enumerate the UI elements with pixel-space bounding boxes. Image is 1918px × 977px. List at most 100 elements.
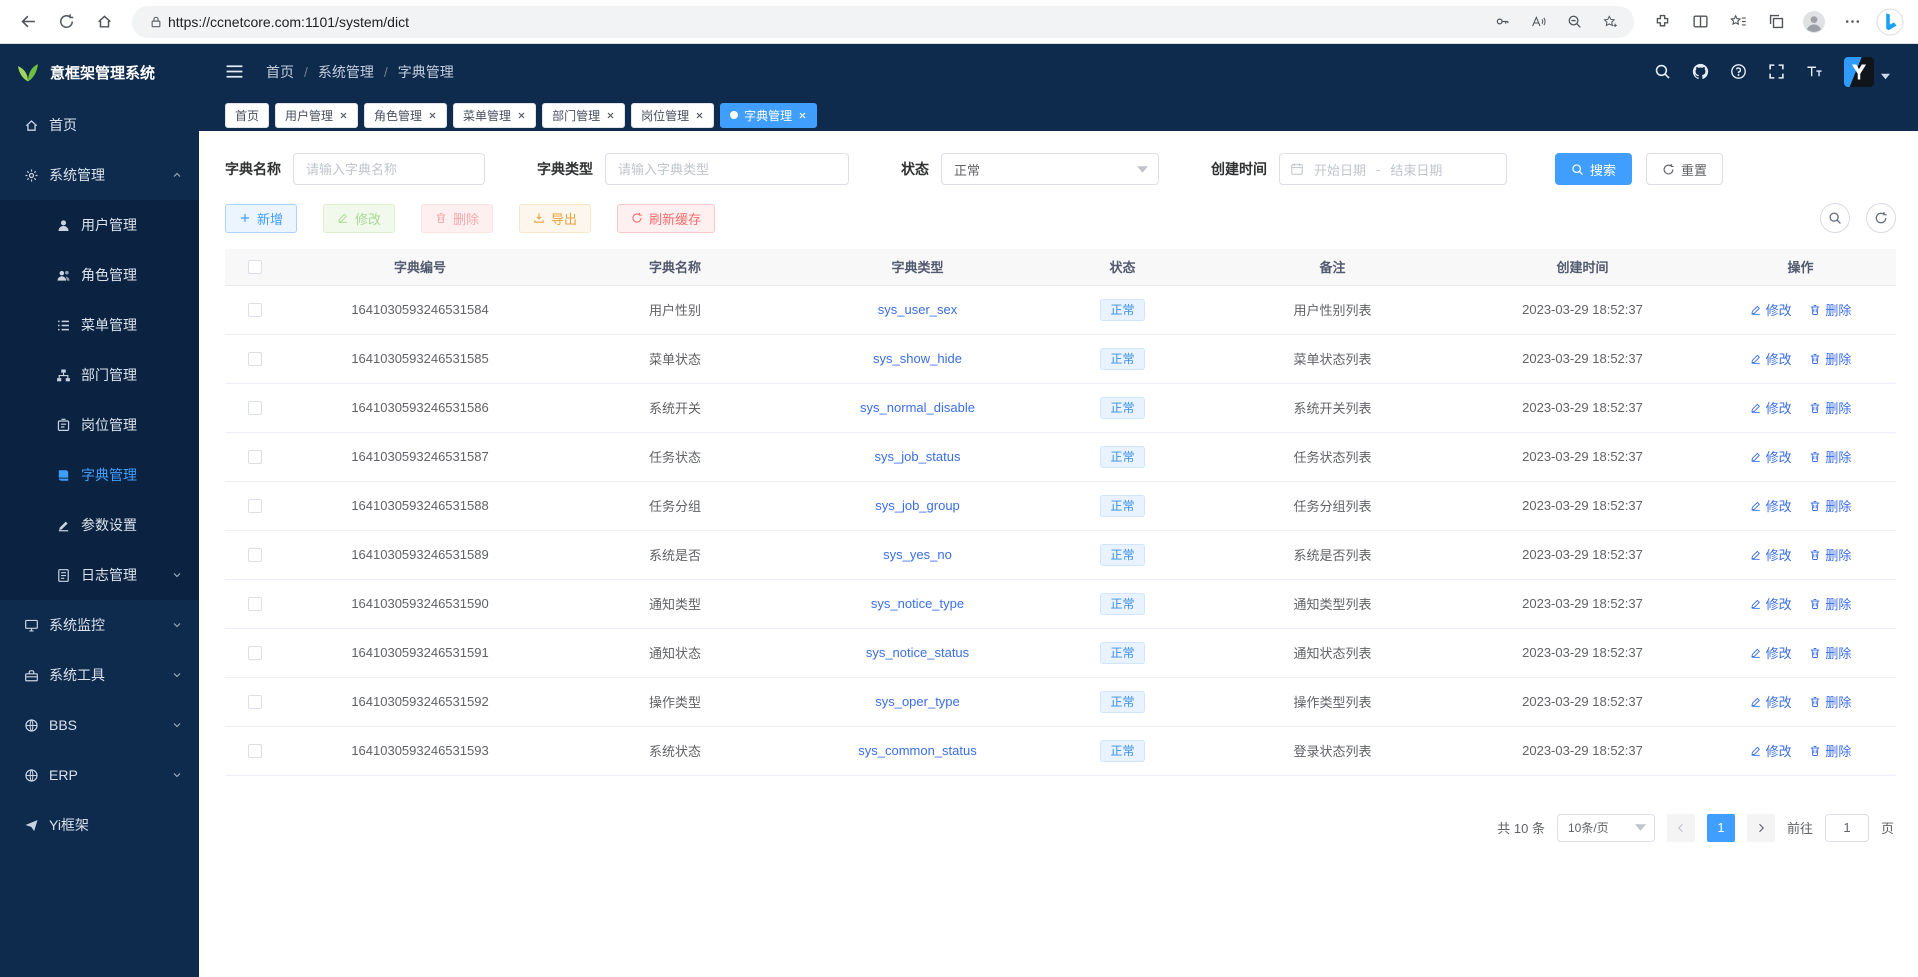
row-checkbox[interactable] xyxy=(248,744,262,758)
sidebar-item[interactable]: 系统工具 xyxy=(0,650,199,700)
browser-reload-button[interactable] xyxy=(48,4,84,40)
app-logo[interactable]: 意框架管理系统 xyxy=(0,44,199,100)
row-checkbox[interactable] xyxy=(248,695,262,709)
split-screen-button[interactable] xyxy=(1682,4,1718,40)
zoom-button[interactable] xyxy=(1556,8,1592,36)
dict-type-link[interactable]: sys_yes_no xyxy=(883,547,952,562)
sidebar-item[interactable]: 用户管理 xyxy=(0,200,199,250)
close-icon[interactable] xyxy=(695,111,704,120)
sidebar-item[interactable]: 角色管理 xyxy=(0,250,199,300)
row-edit-link[interactable]: 修改 xyxy=(1750,300,1792,319)
row-delete-link[interactable]: 删除 xyxy=(1809,300,1851,319)
row-edit-link[interactable]: 修改 xyxy=(1750,643,1792,662)
row-checkbox[interactable] xyxy=(248,352,262,366)
read-aloud-button[interactable] xyxy=(1520,8,1556,36)
toggle-search-button[interactable] xyxy=(1820,203,1850,233)
fullscreen-icon[interactable] xyxy=(1768,63,1785,80)
breadcrumb-item[interactable]: 系统管理 xyxy=(294,62,374,82)
breadcrumb-item[interactable]: 首页 xyxy=(266,62,294,82)
dict-type-link[interactable]: sys_notice_type xyxy=(871,596,964,611)
row-edit-link[interactable]: 修改 xyxy=(1750,496,1792,515)
sidebar-item[interactable]: 日志管理 xyxy=(0,550,199,600)
collections-button[interactable] xyxy=(1758,4,1794,40)
dict-type-link[interactable]: sys_show_hide xyxy=(873,351,962,366)
dict-type-link[interactable]: sys_job_status xyxy=(875,449,961,464)
date-range-picker[interactable]: 开始日期 - 结束日期 xyxy=(1279,153,1507,185)
header-search-icon[interactable] xyxy=(1654,63,1671,80)
search-button[interactable]: 搜索 xyxy=(1555,153,1632,185)
dict-type-link[interactable]: sys_common_status xyxy=(858,743,977,758)
dict-type-link[interactable]: sys_notice_status xyxy=(866,645,969,660)
delete-button[interactable]: 删除 xyxy=(421,204,493,233)
next-page-button[interactable] xyxy=(1747,814,1775,842)
copilot-button[interactable] xyxy=(1872,4,1908,40)
row-checkbox[interactable] xyxy=(248,646,262,660)
github-icon[interactable] xyxy=(1692,63,1709,80)
row-checkbox[interactable] xyxy=(248,401,262,415)
sidebar-item[interactable]: 首页 xyxy=(0,100,199,150)
row-delete-link[interactable]: 删除 xyxy=(1809,692,1851,711)
row-edit-link[interactable]: 修改 xyxy=(1750,398,1792,417)
sidebar-item[interactable]: 系统管理 xyxy=(0,150,199,200)
reset-button[interactable]: 重置 xyxy=(1646,153,1723,185)
current-page-button[interactable]: 1 xyxy=(1707,814,1735,842)
sidebar-item[interactable]: 系统监控 xyxy=(0,600,199,650)
sidebar-item[interactable]: 字典管理 xyxy=(0,450,199,500)
dict-type-link[interactable]: sys_normal_disable xyxy=(860,400,975,415)
sidebar-item[interactable]: 岗位管理 xyxy=(0,400,199,450)
row-checkbox[interactable] xyxy=(248,303,262,317)
row-delete-link[interactable]: 删除 xyxy=(1809,741,1851,760)
status-select[interactable]: 正常 xyxy=(941,153,1159,185)
refresh-table-button[interactable] xyxy=(1866,203,1896,233)
page-tab[interactable]: 用户管理 xyxy=(275,103,358,128)
row-delete-link[interactable]: 删除 xyxy=(1809,545,1851,564)
edit-button[interactable]: 修改 xyxy=(323,204,395,233)
row-delete-link[interactable]: 删除 xyxy=(1809,643,1851,662)
page-size-select[interactable]: 10条/页 xyxy=(1557,814,1655,842)
sidebar-toggle-icon[interactable] xyxy=(225,62,244,81)
prev-page-button[interactable] xyxy=(1667,814,1695,842)
page-tab[interactable]: 角色管理 xyxy=(364,103,447,128)
url-text[interactable]: https://ccnetcore.com:1101/system/dict xyxy=(168,14,1484,30)
close-icon[interactable] xyxy=(339,111,348,120)
sidebar-item[interactable]: 菜单管理 xyxy=(0,300,199,350)
sidebar-item[interactable]: 部门管理 xyxy=(0,350,199,400)
close-icon[interactable] xyxy=(428,111,437,120)
close-icon[interactable] xyxy=(517,111,526,120)
extensions-button[interactable] xyxy=(1644,4,1680,40)
sidebar-item[interactable]: Yi框架 xyxy=(0,800,199,850)
row-edit-link[interactable]: 修改 xyxy=(1750,692,1792,711)
page-tab[interactable]: 岗位管理 xyxy=(631,103,714,128)
row-checkbox[interactable] xyxy=(248,450,262,464)
user-avatar[interactable] xyxy=(1844,57,1874,87)
row-delete-link[interactable]: 删除 xyxy=(1809,398,1851,417)
help-icon[interactable] xyxy=(1730,63,1747,80)
row-delete-link[interactable]: 删除 xyxy=(1809,594,1851,613)
close-icon[interactable] xyxy=(606,111,615,120)
row-delete-link[interactable]: 删除 xyxy=(1809,349,1851,368)
export-button[interactable]: 导出 xyxy=(519,204,591,233)
row-edit-link[interactable]: 修改 xyxy=(1750,594,1792,613)
page-tab[interactable]: 首页 xyxy=(225,103,269,128)
address-bar[interactable]: https://ccnetcore.com:1101/system/dict xyxy=(132,6,1634,38)
row-edit-link[interactable]: 修改 xyxy=(1750,447,1792,466)
font-size-icon[interactable] xyxy=(1806,63,1823,80)
goto-page-input[interactable] xyxy=(1825,814,1869,842)
row-delete-link[interactable]: 删除 xyxy=(1809,447,1851,466)
row-checkbox[interactable] xyxy=(248,548,262,562)
dict-type-link[interactable]: sys_user_sex xyxy=(878,302,957,317)
row-edit-link[interactable]: 修改 xyxy=(1750,545,1792,564)
dict-name-input[interactable] xyxy=(293,153,485,185)
browser-menu-button[interactable] xyxy=(1834,4,1870,40)
row-edit-link[interactable]: 修改 xyxy=(1750,349,1792,368)
select-all-checkbox[interactable] xyxy=(248,260,262,274)
dict-type-link[interactable]: sys_oper_type xyxy=(875,694,960,709)
browser-profile-avatar[interactable] xyxy=(1796,4,1832,40)
dict-type-input[interactable] xyxy=(605,153,849,185)
sidebar-item[interactable]: 参数设置 xyxy=(0,500,199,550)
row-delete-link[interactable]: 删除 xyxy=(1809,496,1851,515)
dict-type-link[interactable]: sys_job_group xyxy=(875,498,960,513)
favorites-button[interactable] xyxy=(1720,4,1756,40)
add-button[interactable]: 新增 xyxy=(225,204,297,233)
browser-back-button[interactable] xyxy=(10,4,46,40)
